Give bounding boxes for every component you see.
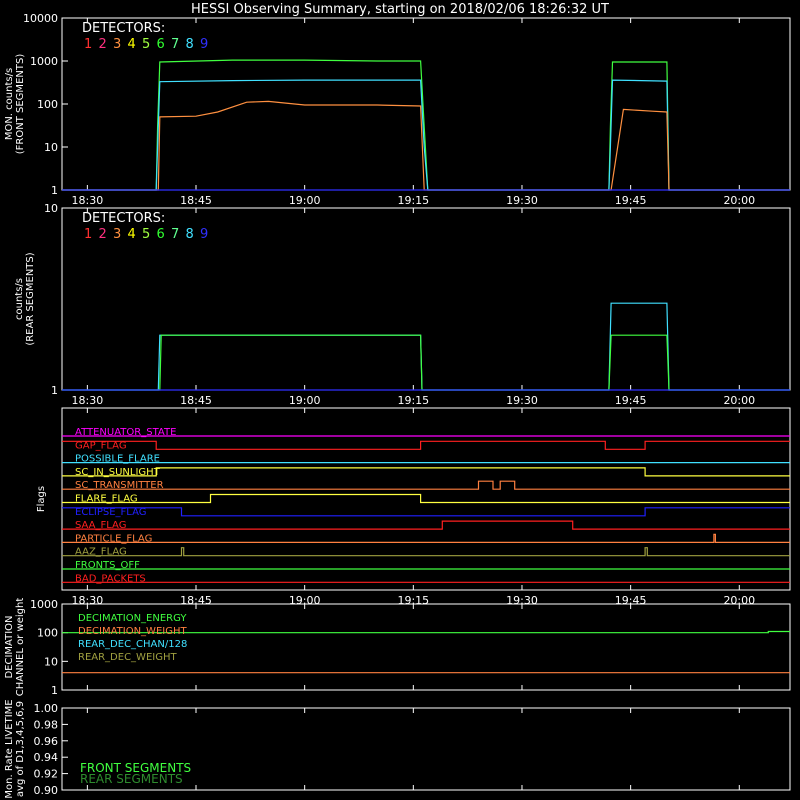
panel-2-xtick-label: 18:30: [72, 394, 104, 407]
panel-5-ytick-label: 0.98: [34, 718, 59, 731]
panel-2-detector-2: 2: [99, 227, 107, 242]
flag-label-eclipse-flag: ECLIPSE_FLAG: [75, 507, 146, 518]
panel-4-ytick-label: 1: [51, 684, 58, 697]
panel-1-xtick-label: 18:45: [180, 194, 212, 207]
panel-2-xtick-label: 19:30: [506, 394, 538, 407]
flag-series-gap-flag: [62, 440, 790, 450]
panel-1-xtick-label: 19:15: [397, 194, 429, 207]
panel-2-xtick-label: 19:45: [615, 394, 647, 407]
panel-4-ytick-label: 100: [37, 627, 58, 640]
panel-4-ytick-label: 1000: [30, 598, 58, 611]
panel-1-xtick-label: 19:30: [506, 194, 538, 207]
panel-1-detector-6: 6: [157, 37, 165, 52]
panel-2-series-1: [62, 302, 790, 391]
panel-1-detector-2: 2: [99, 37, 107, 52]
panel-2-detectors-heading: DETECTORS:: [82, 211, 165, 226]
panel-1-ylabel-2: (FRONT SEGMENTS): [15, 54, 26, 155]
panel-2-ylabel-1: counts/s: [14, 278, 25, 320]
panel-1-series-3: [62, 100, 790, 191]
panel-4-legend-3: REAR_DEC_CHAN/128: [78, 639, 187, 650]
panel-1-ylabel-1: MON. counts/s: [4, 68, 15, 140]
panel-4-legend-1: DECIMATION_ENERGY: [78, 613, 187, 624]
panel-1-detector-5: 5: [142, 37, 150, 52]
panel-4-ylabel-1: DECIMATION: [4, 615, 15, 678]
flag-label-gap-flag: GAP_FLAG: [75, 440, 127, 451]
flag-series-particle-flag: [62, 533, 790, 543]
panel-2-xtick-label: 19:15: [397, 394, 429, 407]
panel-1-ytick-label: 1000: [30, 55, 58, 68]
panel-2-detector-1: 1: [84, 227, 92, 242]
panel-1-detector-9: 9: [200, 37, 208, 52]
panel-1-xtick-label: 19:00: [289, 194, 321, 207]
chart-title: HESSI Observing Summary, starting on 201…: [191, 2, 609, 17]
panel-1-detector-8: 8: [186, 37, 194, 52]
panel-2-detector-9: 9: [200, 227, 208, 242]
panel-2-detector-3: 3: [113, 227, 121, 242]
panel-4-legend-4: REAR_DEC_WEIGHT: [78, 652, 177, 663]
panel-2-detector-5: 5: [142, 227, 150, 242]
panel-2-xtick-label: 18:45: [180, 394, 212, 407]
panel-3-ylabel: Flags: [36, 486, 47, 512]
flag-series-sc-in-sunlight: [62, 467, 790, 477]
hessi-summary-chart: HESSI Observing Summary, starting on 201…: [4, 2, 791, 799]
panel-2-ytick-label: 1: [51, 384, 58, 397]
panel-1-detector-1: 1: [84, 37, 92, 52]
panel-1-detectors-heading: DETECTORS:: [82, 21, 165, 36]
flag-series-eclipse-flag: [62, 507, 790, 517]
panel-1-ytick-label: 10: [44, 141, 58, 154]
flag-series-saa-flag: [62, 520, 790, 530]
panel-2-xtick-label: 20:00: [723, 394, 755, 407]
panel-1-ytick-label: 100: [37, 98, 58, 111]
panel-1-detector-4: 4: [128, 37, 136, 52]
panel-4-legend-2: DECIMATION_WEIGHT: [78, 626, 187, 637]
panel-2-detector-8: 8: [186, 227, 194, 242]
panel-1-detector-3: 3: [113, 37, 121, 52]
panel-5-ytick-label: 0.94: [34, 751, 59, 764]
panel-5-legend-2: REAR SEGMENTS: [80, 772, 183, 786]
flag-series-aaz-flag: [62, 547, 790, 557]
panel-2-series-2: [62, 334, 790, 391]
panel-5-ylabel-1: Mon. Rate LIVETIME: [4, 699, 15, 798]
panel-5-ytick-label: 0.90: [34, 784, 59, 797]
panel-5-ytick-label: 0.92: [34, 768, 59, 781]
panel-1-series-2: [62, 79, 790, 191]
panel-1-detector-7: 7: [171, 37, 179, 52]
panel-4-ytick-label: 10: [44, 655, 58, 668]
panel-1-ytick-label: 10000: [23, 12, 58, 25]
panel-5-ytick-label: 0.96: [34, 735, 59, 748]
panel-1-xtick-label: 18:30: [72, 194, 104, 207]
panel-1-xtick-label: 20:00: [723, 194, 755, 207]
panel-2-ylabel-2: (REAR SEGMENTS): [25, 252, 36, 345]
panel-2-detector-7: 7: [171, 227, 179, 242]
panel-2-ytick-label: 10: [44, 202, 58, 215]
panel-1-ytick-label: 1: [51, 184, 58, 197]
panel-2-xtick-label: 19:00: [289, 394, 321, 407]
panel-4-ylabel-2: CHANNEL or weight: [15, 598, 26, 697]
panel-5-ylabel-2: avg of D1,3,4,5,6,9: [15, 701, 26, 797]
panel-1-xtick-label: 19:45: [615, 194, 647, 207]
flag-series-sc-transmitter: [62, 480, 790, 490]
panel-2-detector-4: 4: [128, 227, 136, 242]
panel-2-detector-6: 6: [157, 227, 165, 242]
panel-5-ytick-label: 1.00: [34, 702, 59, 715]
flag-series-flare-flag: [62, 493, 790, 504]
